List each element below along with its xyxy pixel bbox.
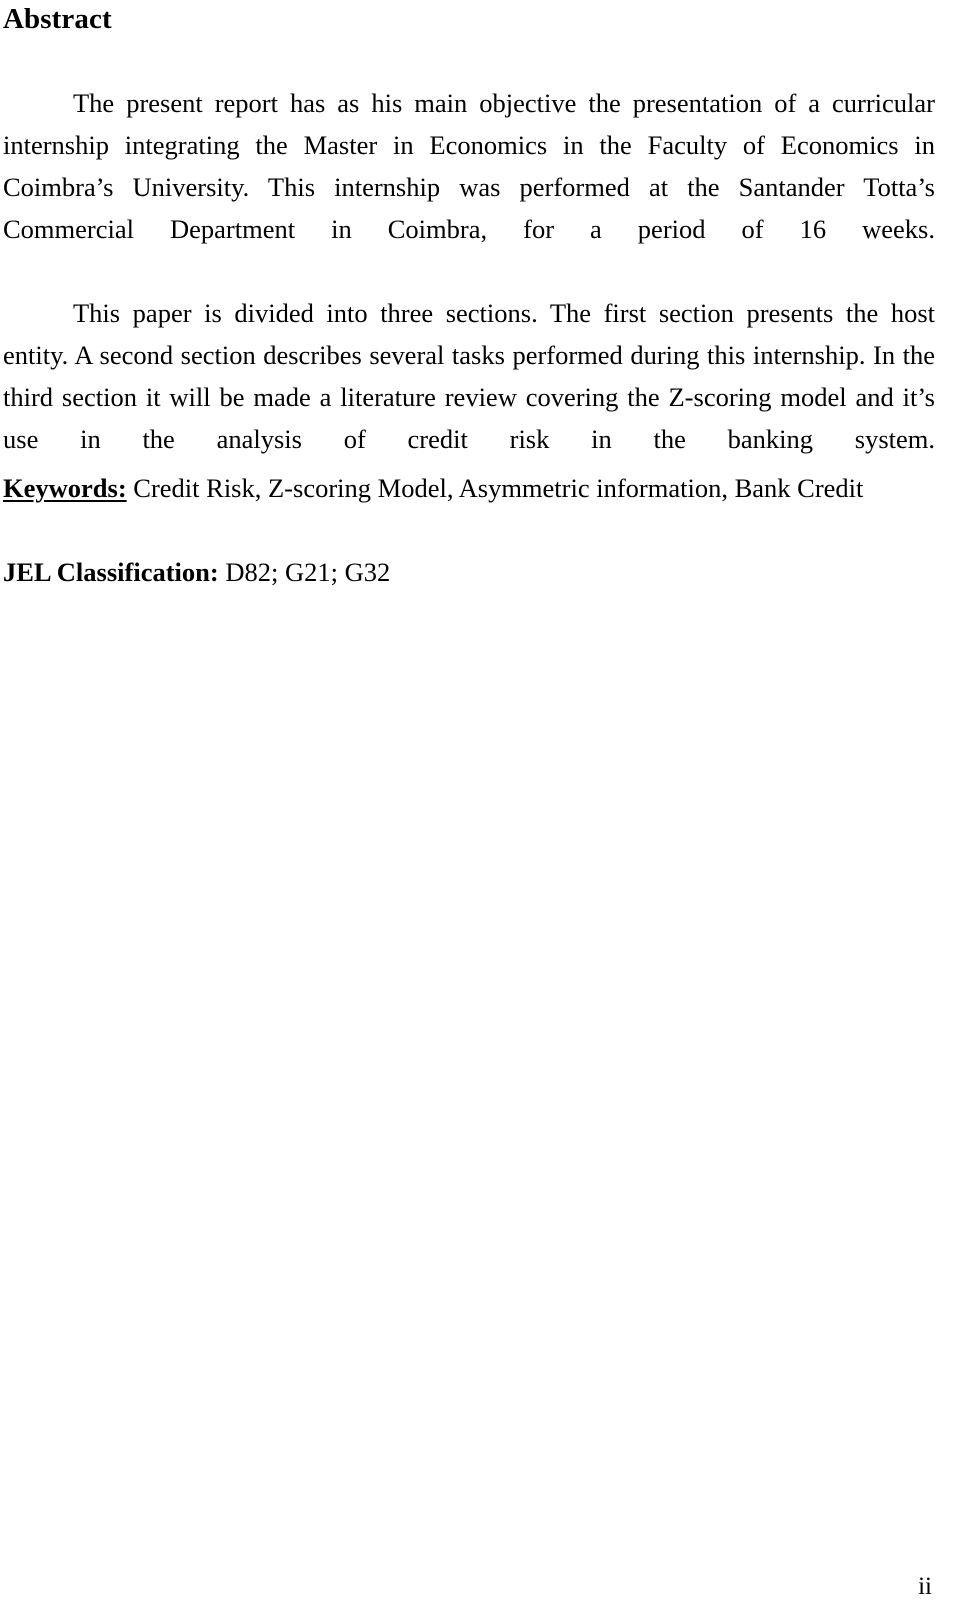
abstract-body: The present report has as his main objec… <box>3 82 935 502</box>
keywords-line: Keywords: Credit Risk, Z-scoring Model, … <box>3 469 935 507</box>
keywords-value: Credit Risk, Z-scoring Model, Asymmetric… <box>126 473 864 503</box>
keywords-label: Keywords: <box>3 473 127 503</box>
document-page: Abstract The present report has as his m… <box>0 0 960 1617</box>
page-title: Abstract <box>3 3 112 35</box>
jel-classification-value: D82; G21; G32 <box>218 557 391 587</box>
page-number: ii <box>918 1573 932 1600</box>
abstract-paragraph-1: The present report has as his main objec… <box>3 88 935 244</box>
jel-classification-line: JEL Classification: D82; G21; G32 <box>3 553 935 591</box>
jel-classification-label: JEL Classification: <box>3 557 219 587</box>
